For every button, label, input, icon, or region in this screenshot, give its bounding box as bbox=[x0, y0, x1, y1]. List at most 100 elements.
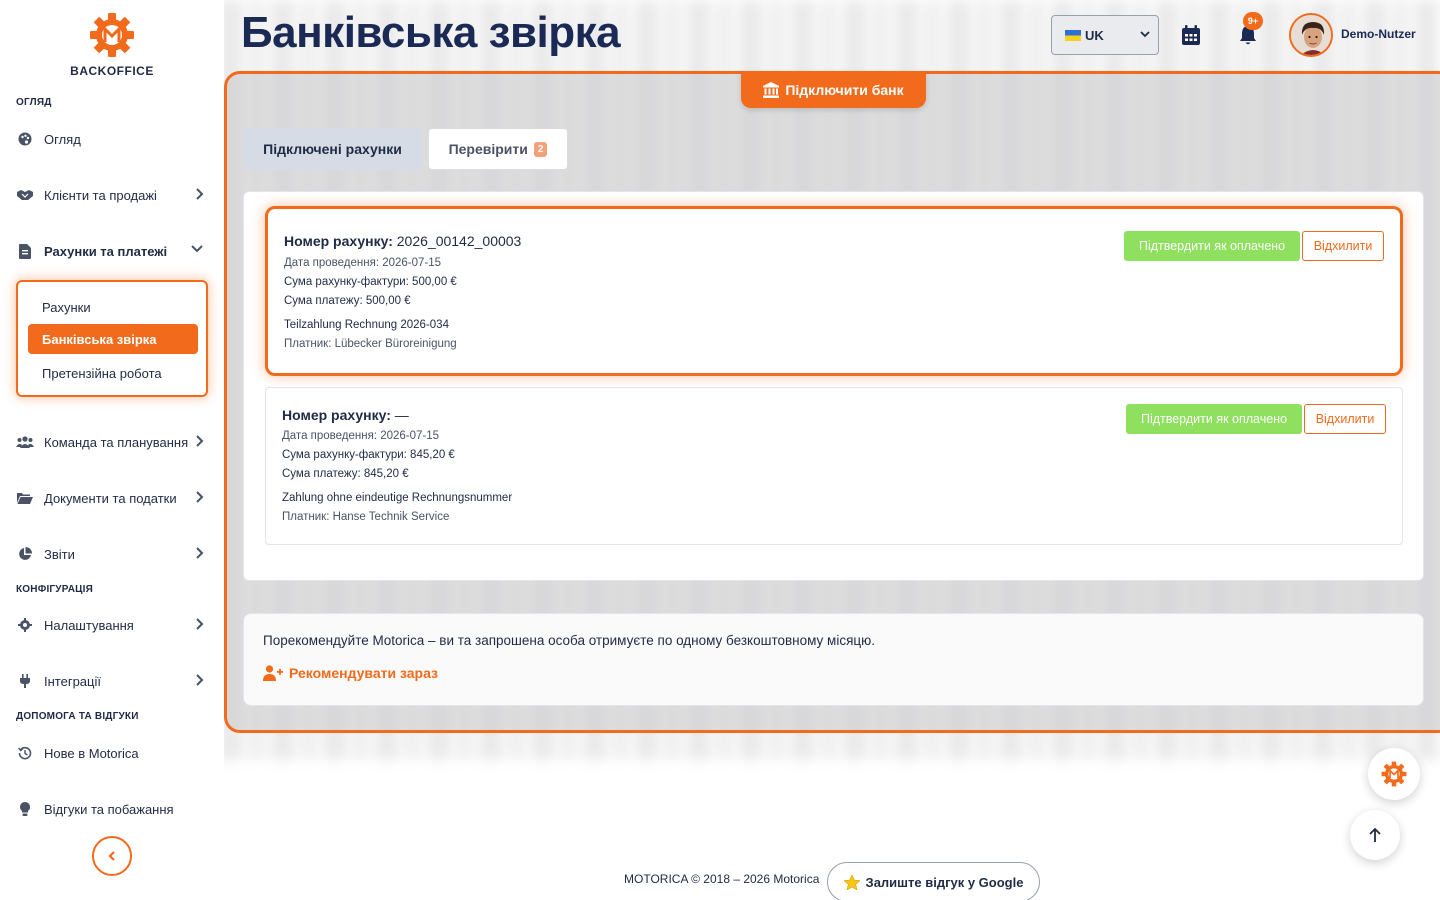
payment-amount: Сума платежу: 845,20 € bbox=[282, 468, 409, 480]
sidebar-item-label: Нове в Motorica bbox=[44, 745, 139, 761]
confirm-paid-button[interactable]: Підтвердити як оплачено bbox=[1124, 231, 1300, 261]
payer: Платник: Lübecker Büroreinigung bbox=[284, 338, 457, 350]
posting-date: Дата проведення: 2026-07-15 bbox=[284, 257, 442, 269]
chevron-right-icon bbox=[196, 547, 204, 559]
cog-icon bbox=[16, 617, 34, 633]
sidebar-item-label: Документи та податки bbox=[44, 490, 177, 506]
payment-reference: Zahlung ohne eindeutige Rechnungsnummer bbox=[282, 492, 513, 504]
bank-icon bbox=[763, 81, 780, 98]
transaction-card: Номер рахунку: 2026_00142_00003 Дата про… bbox=[265, 206, 1403, 376]
referral-link-label: Рекомендувати зараз bbox=[289, 665, 438, 681]
scroll-to-top-button[interactable] bbox=[1350, 810, 1400, 860]
logo[interactable]: BACKOFFICE bbox=[0, 12, 224, 78]
sidebar-item-label: Відгуки та побажання bbox=[44, 801, 174, 817]
referral-text: Порекомендуйте Motorica – ви та запрошен… bbox=[263, 633, 875, 648]
section-label-overview: ОГЛЯД bbox=[16, 97, 52, 108]
user-name[interactable]: Demo-Nutzer bbox=[1341, 27, 1416, 41]
sidebar-item-reports[interactable]: Звіти bbox=[16, 542, 208, 566]
connect-bank-button[interactable]: Підключити банк bbox=[741, 71, 926, 108]
invoice-amount: Сума рахунку-фактури: 500,00 € bbox=[284, 276, 457, 288]
file-invoice-icon bbox=[16, 243, 34, 259]
transaction-title: Номер рахунку: — bbox=[282, 407, 409, 423]
sidebar-item-feedback[interactable]: Відгуки та побажання bbox=[16, 797, 208, 821]
confirm-paid-button[interactable]: Підтвердити як оплачено bbox=[1126, 404, 1302, 434]
sidebar-item-overview[interactable]: Огляд bbox=[16, 127, 208, 151]
invoice-number: 2026_00142_00003 bbox=[396, 233, 522, 249]
reject-button[interactable]: Відхилити bbox=[1302, 231, 1384, 261]
arrow-up-icon bbox=[1369, 827, 1381, 842]
chevron-right-icon bbox=[196, 674, 204, 686]
submenu-item-bank-reconciliation[interactable]: Банківська звірка bbox=[28, 324, 198, 354]
payment-amount: Сума платежу: 500,00 € bbox=[284, 295, 411, 307]
referral-card: Порекомендуйте Motorica – ви та запрошен… bbox=[243, 613, 1424, 706]
sidebar-item-team[interactable]: Команда та планування bbox=[16, 430, 208, 454]
tab-label: Підключені рахунки bbox=[263, 141, 402, 157]
sidebar-item-label: Команда та планування bbox=[44, 434, 189, 450]
invoice-number-label: Номер рахунку: bbox=[282, 407, 391, 423]
user-plus-icon bbox=[263, 665, 283, 681]
pie-chart-icon bbox=[16, 546, 34, 562]
gear-logo-icon bbox=[1381, 761, 1407, 787]
sidebar-item-label: Огляд bbox=[44, 131, 81, 147]
calendar-icon bbox=[1182, 25, 1200, 45]
sidebar-item-label: Рахунки та платежі bbox=[44, 243, 168, 259]
avatar[interactable] bbox=[1289, 13, 1333, 57]
chevron-right-icon bbox=[196, 491, 204, 503]
connect-bank-label: Підключити банк bbox=[785, 81, 904, 98]
reject-button[interactable]: Відхилити bbox=[1304, 404, 1386, 434]
sidebar-item-invoices-payments[interactable]: Рахунки та платежі bbox=[16, 239, 208, 263]
lightbulb-icon bbox=[16, 801, 34, 817]
posting-date: Дата проведення: 2026-07-15 bbox=[282, 430, 440, 442]
payment-reference: Teilzahlung Rechnung 2026-034 bbox=[284, 319, 449, 331]
motorica-assistant-button[interactable] bbox=[1368, 748, 1420, 800]
history-icon bbox=[16, 745, 34, 761]
google-review-label: Залиште відгук у Google bbox=[865, 874, 1024, 890]
invoice-number-label: Номер рахунку: bbox=[284, 233, 393, 249]
language-value: UK bbox=[1085, 27, 1104, 43]
ukraine-flag-icon bbox=[1065, 29, 1081, 41]
collapse-sidebar-button[interactable] bbox=[92, 836, 132, 876]
sidebar-item-label: Налаштування bbox=[44, 617, 134, 633]
submenu-item-claims[interactable]: Претензійна робота bbox=[28, 358, 198, 388]
users-icon bbox=[16, 434, 34, 450]
sidebar-item-documents[interactable]: Документи та податки bbox=[16, 486, 208, 510]
section-label-configuration: КОНФІГУРАЦІЯ bbox=[16, 584, 93, 595]
page-title: Банківська звірка bbox=[241, 8, 621, 57]
transaction-card: Номер рахунку: — Дата проведення: 2026-0… bbox=[265, 387, 1403, 545]
plug-icon bbox=[16, 673, 34, 689]
invoice-amount: Сума рахунку-фактури: 845,20 € bbox=[282, 449, 455, 461]
sidebar-item-integrations[interactable]: Інтеграції bbox=[16, 669, 208, 693]
star-icon bbox=[843, 874, 860, 890]
calendar-button[interactable] bbox=[1181, 25, 1201, 51]
gear-logo-icon bbox=[90, 13, 134, 57]
chevron-left-icon bbox=[108, 851, 115, 861]
section-label-help: ДОПОМОГА ТА ВІДГУКИ bbox=[16, 711, 139, 722]
sidebar-item-label: Інтеграції bbox=[44, 673, 101, 689]
language-select[interactable]: UK bbox=[1051, 15, 1159, 55]
transactions-panel: Номер рахунку: 2026_00142_00003 Дата про… bbox=[243, 191, 1424, 581]
tab-count-badge: 2 bbox=[533, 141, 548, 157]
payer: Платник: Hanse Technik Service bbox=[282, 511, 450, 523]
submenu-item-invoices[interactable]: Рахунки bbox=[28, 292, 198, 322]
chevron-right-icon bbox=[196, 618, 204, 630]
tab-connected-accounts[interactable]: Підключені рахунки bbox=[243, 128, 422, 170]
google-review-button[interactable]: Залиште відгук у Google bbox=[827, 862, 1040, 900]
invoice-number: — bbox=[394, 407, 409, 423]
sidebar-item-news[interactable]: Нове в Motorica bbox=[16, 741, 208, 765]
referral-link[interactable]: Рекомендувати зараз bbox=[263, 665, 438, 681]
notifications-badge: 9+ bbox=[1243, 12, 1263, 30]
submenu-invoices-payments: Рахунки Банківська звірка Претензійна ро… bbox=[16, 280, 208, 397]
transaction-title: Номер рахунку: 2026_00142_00003 bbox=[284, 233, 521, 249]
sidebar-item-settings[interactable]: Налаштування bbox=[16, 613, 208, 637]
logo-text: BACKOFFICE bbox=[70, 64, 154, 78]
sidebar-item-clients[interactable]: Клієнти та продажі bbox=[16, 183, 208, 207]
handshake-icon bbox=[16, 187, 34, 203]
footer-copyright: MOTORICA © 2018 – 2026 Motorica bbox=[624, 872, 820, 886]
chevron-right-icon bbox=[196, 188, 204, 200]
chevron-right-icon bbox=[196, 435, 204, 447]
sidebar-item-label: Клієнти та продажі bbox=[44, 187, 157, 203]
sidebar-item-label: Звіти bbox=[44, 546, 75, 562]
folder-open-icon bbox=[16, 490, 34, 506]
sidebar: BACKOFFICE ОГЛЯД Огляд Клієнти та продаж… bbox=[0, 0, 224, 900]
tab-check[interactable]: Перевірити 2 bbox=[428, 128, 568, 170]
